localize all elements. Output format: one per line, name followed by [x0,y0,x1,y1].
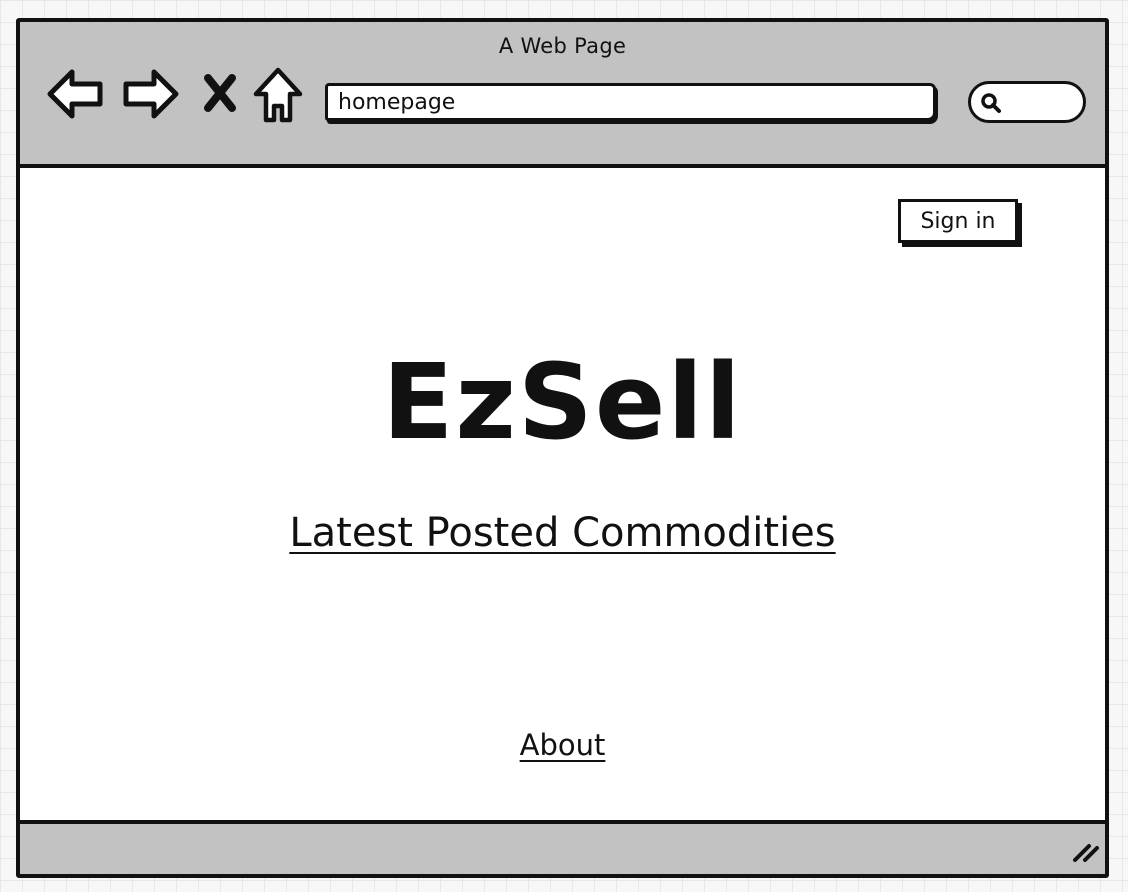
latest-commodities-link[interactable]: Latest Posted Commodities [20,513,1105,553]
site-logo: EzSell [382,341,743,463]
about-link[interactable]: About [20,731,1105,760]
browser-window: A Web Page homepage Sign in EzSell Lates… [16,18,1109,878]
search-field[interactable] [968,81,1086,123]
page-content: Sign in EzSell Latest Posted Commodities… [20,168,1105,822]
about-link-label[interactable]: About [520,728,606,762]
url-value: homepage [338,90,456,115]
home-icon[interactable] [252,64,304,124]
close-x-icon[interactable] [200,64,240,124]
window-title: A Web Page [498,34,627,58]
latest-commodities-link-label[interactable]: Latest Posted Commodities [289,510,835,556]
sign-in-button[interactable]: Sign in [898,199,1018,243]
back-arrow-icon[interactable] [46,64,106,124]
url-input[interactable]: homepage [325,83,936,121]
resize-grip-icon[interactable] [1067,832,1101,870]
search-icon [980,92,1002,118]
forward-arrow-icon[interactable] [120,64,180,124]
browser-toolbar: A Web Page homepage [20,22,1105,168]
status-bar [20,820,1105,874]
